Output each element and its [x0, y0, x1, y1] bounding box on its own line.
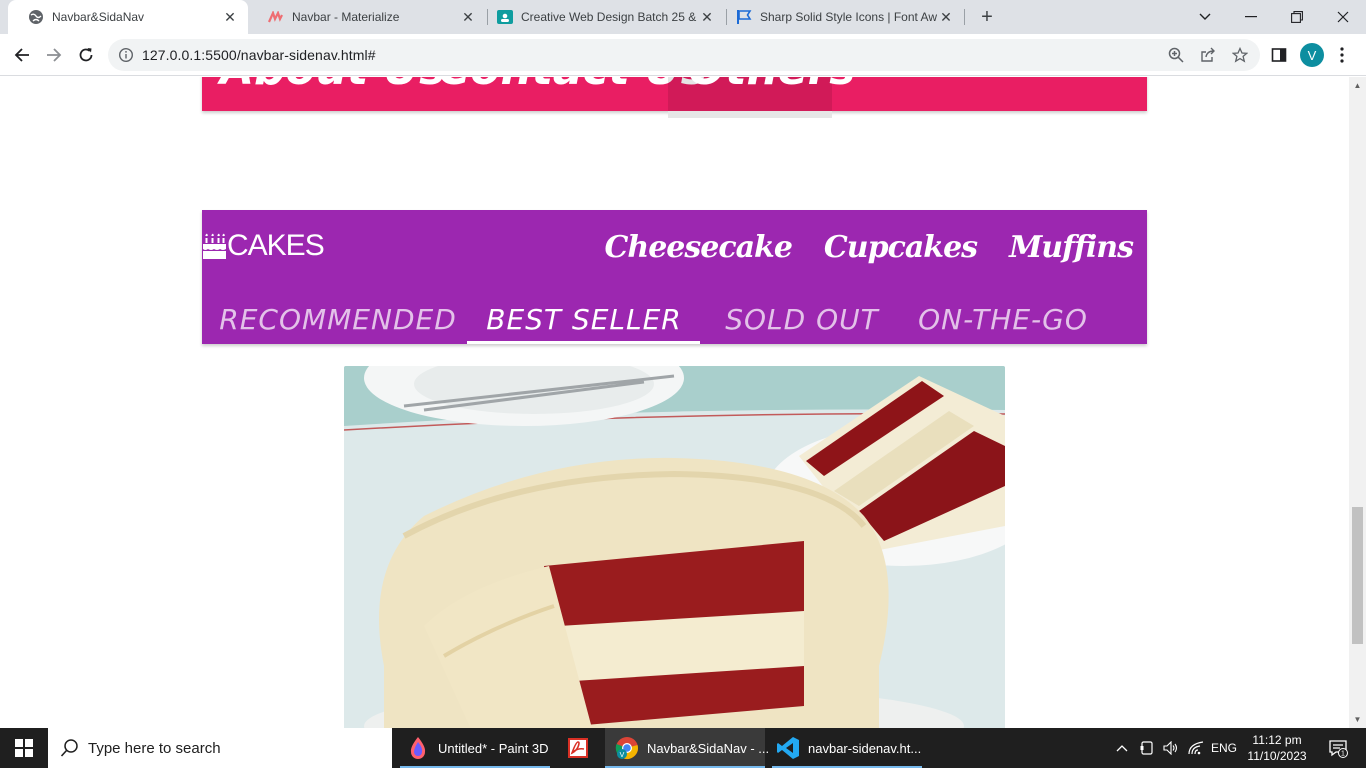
paint3d-icon: [410, 737, 426, 759]
taskbar-search[interactable]: Type here to search: [48, 728, 392, 768]
new-tab-button[interactable]: +: [976, 6, 998, 28]
close-icon[interactable]: ✕: [699, 9, 715, 25]
tab-font-awesome[interactable]: Sharp Solid Style Icons | Font Aw ✕: [726, 0, 964, 34]
tab-recommended[interactable]: RECOMMENDED: [219, 294, 456, 344]
menu-cheesecake[interactable]: Cheesecake: [605, 230, 793, 265]
taskbar-acrobat[interactable]: [558, 728, 598, 768]
taskbar-chrome[interactable]: V Navbar&SidaNav - ...: [605, 728, 769, 768]
page-viewport: About Us Contact Us Others CAKES Cheesec…: [0, 77, 1366, 728]
cake-tabs: RECOMMENDED BEST SELLER SOLD OUT ON-THE-…: [202, 294, 1147, 344]
cakes-navbar: CAKES Cheesecake Cupcakes Muffins RECOMM…: [202, 210, 1147, 344]
search-icon: [60, 739, 78, 757]
brand-logo[interactable]: CAKES: [202, 228, 325, 264]
vscode-icon: [777, 737, 799, 759]
show-hidden-icons[interactable]: [1112, 728, 1132, 768]
nav-about-us[interactable]: About Us: [220, 77, 445, 111]
taskbar-paint3d[interactable]: Untitled* - Paint 3D: [400, 728, 550, 768]
classroom-icon: [497, 9, 513, 25]
zoom-icon[interactable]: [1168, 47, 1184, 63]
search-placeholder: Type here to search: [88, 739, 221, 757]
birthday-cake-icon: [203, 233, 226, 259]
side-panel-icon[interactable]: [1266, 42, 1292, 68]
start-button[interactable]: [0, 728, 48, 768]
tab-title: Creative Web Design Batch 25 &: [521, 10, 697, 24]
scrollbar-thumb[interactable]: [1352, 507, 1363, 644]
close-window-button[interactable]: [1320, 0, 1366, 34]
tab-best-seller[interactable]: BEST SELLER: [468, 294, 700, 344]
tab-on-the-go[interactable]: ON-THE-GO: [906, 294, 1100, 344]
scroll-down-arrow[interactable]: ▼: [1349, 711, 1366, 728]
windows-taskbar: Type here to search Untitled* - Paint 3D…: [0, 728, 1366, 768]
language-indicator[interactable]: ENG: [1208, 728, 1240, 768]
cake-menu: Cheesecake Cupcakes Muffins: [605, 230, 1134, 265]
reload-button[interactable]: [73, 42, 99, 68]
menu-cupcakes[interactable]: Cupcakes: [824, 230, 978, 265]
tab-title: Navbar&SidaNav: [52, 10, 145, 24]
browser-toolbar: 127.0.0.1:5500/navbar-sidenav.html# V: [0, 34, 1366, 76]
tab-title: Navbar - Materialize: [292, 10, 400, 24]
notification-icon: 1: [1329, 740, 1348, 758]
tab-navbar-sidanav[interactable]: Navbar&SidaNav ✕: [8, 0, 248, 34]
acrobat-icon: [568, 738, 588, 758]
chrome-icon: V: [615, 737, 638, 759]
share-icon[interactable]: [1200, 47, 1216, 63]
notification-count: 1: [1341, 751, 1345, 758]
taskbar-vscode[interactable]: navbar-sidenav.ht...: [772, 728, 922, 768]
clock-time: 11:12 pm: [1252, 733, 1302, 747]
wifi-icon[interactable]: [1184, 728, 1208, 768]
tab-navbar-materialize[interactable]: Navbar - Materialize ✕: [248, 0, 486, 34]
minimize-button[interactable]: [1228, 0, 1274, 34]
taskbar-app-label: navbar-sidenav.ht...: [808, 740, 922, 756]
close-icon[interactable]: ✕: [222, 9, 238, 25]
close-icon[interactable]: ✕: [938, 9, 954, 25]
brand-text: CAKES: [227, 229, 325, 262]
browser-tab-bar: Navbar&SidaNav ✕ Navbar - Materialize ✕ …: [0, 0, 1366, 34]
back-button[interactable]: [9, 42, 35, 68]
flag-icon: [736, 9, 752, 25]
url-text: 127.0.0.1:5500/navbar-sidenav.html#: [142, 47, 376, 63]
menu-muffins[interactable]: Muffins: [1009, 230, 1134, 265]
volume-icon[interactable]: [1160, 728, 1182, 768]
restore-button[interactable]: [1274, 0, 1320, 34]
close-icon[interactable]: ✕: [460, 9, 476, 25]
tab-search-button[interactable]: [1182, 0, 1228, 34]
profile-avatar[interactable]: V: [1300, 43, 1324, 67]
nav-contact-us[interactable]: Contact Us: [438, 77, 707, 111]
globe-icon: [28, 9, 44, 25]
system-clock[interactable]: 11:12 pm 11/10/2023: [1238, 732, 1316, 764]
scroll-up-arrow[interactable]: ▲: [1349, 77, 1366, 94]
svg-text:V: V: [620, 752, 625, 759]
red-velvet-cake-image: [344, 366, 1005, 728]
materialize-icon: [268, 9, 284, 25]
project-display-icon[interactable]: [1136, 728, 1158, 768]
forward-button[interactable]: [41, 42, 67, 68]
tab-active-indicator: [467, 341, 700, 344]
dropdown-shadow: [668, 111, 832, 118]
windows-logo-icon: [15, 739, 33, 757]
address-bar[interactable]: 127.0.0.1:5500/navbar-sidenav.html#: [108, 39, 1260, 71]
tab-separator: [964, 9, 965, 25]
clock-date: 11/10/2023: [1247, 749, 1307, 763]
info-icon[interactable]: [118, 47, 134, 63]
tab-creative-web-design[interactable]: Creative Web Design Batch 25 & ✕: [487, 0, 725, 34]
taskbar-app-label: Untitled* - Paint 3D: [438, 740, 549, 756]
taskbar-app-label: Navbar&SidaNav - ...: [647, 740, 770, 756]
nav-others[interactable]: Others: [668, 77, 856, 111]
bookmark-star-icon[interactable]: [1232, 47, 1248, 63]
tab-title: Sharp Solid Style Icons | Font Aw: [760, 10, 937, 24]
pink-navbar: About Us Contact Us Others: [202, 77, 1147, 111]
page-scrollbar[interactable]: ▲ ▼: [1349, 77, 1366, 728]
menu-dots-icon[interactable]: [1329, 42, 1355, 68]
notifications-button[interactable]: 1: [1318, 728, 1358, 768]
tab-sold-out[interactable]: SOLD OUT: [712, 294, 892, 344]
